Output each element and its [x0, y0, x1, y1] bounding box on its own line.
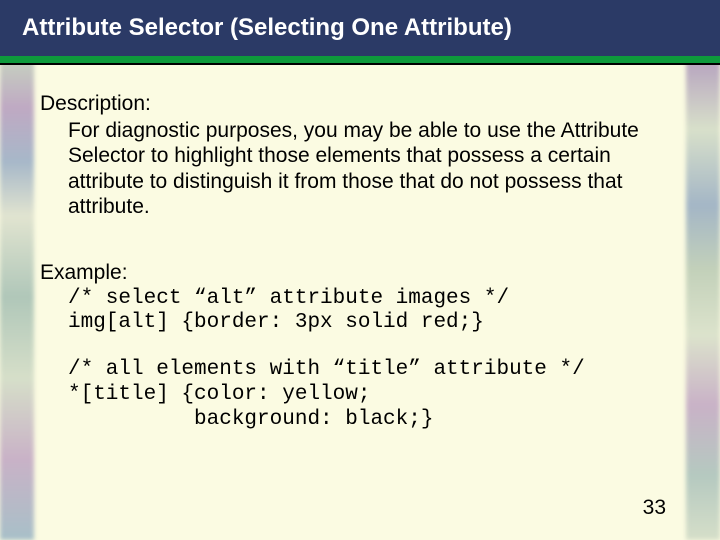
- example-block: /* select “alt” attribute images */ img[…: [40, 287, 672, 433]
- code-line: background: black;}: [68, 408, 433, 431]
- slide-body: Description: For diagnostic purposes, yo…: [0, 63, 720, 432]
- description-text: For diagnostic purposes, you may be able…: [40, 118, 672, 220]
- slide: Attribute Selector (Selecting One Attrib…: [0, 0, 720, 540]
- code-line: /* all elements with “title” attribute *…: [68, 358, 585, 381]
- code-line: /* select “alt” attribute images */: [68, 287, 509, 310]
- code-line: img[alt] {border: 3px solid red;}: [68, 311, 484, 334]
- slide-title: Attribute Selector (Selecting One Attrib…: [0, 0, 720, 63]
- code-group-1: /* select “alt” attribute images */ img[…: [68, 287, 672, 337]
- description-label: Description:: [40, 91, 672, 117]
- code-group-2: /* all elements with “title” attribute *…: [68, 358, 672, 432]
- page-number: 33: [643, 496, 666, 520]
- example-label: Example:: [40, 260, 672, 286]
- code-line: *[title] {color: yellow;: [68, 383, 370, 406]
